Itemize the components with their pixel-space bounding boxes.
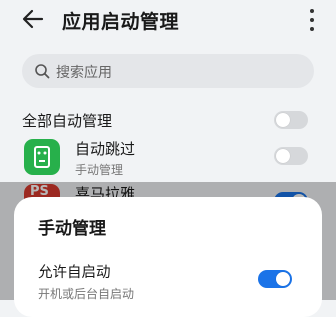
allow-autostart-label: 允许自启动: [38, 265, 111, 281]
more-vertical-icon: [310, 9, 314, 13]
allow-autostart-description: 开机或后台自启动: [38, 287, 135, 301]
search-input[interactable]: 搜索应用: [22, 54, 314, 88]
all-auto-manage-toggle[interactable]: [274, 111, 308, 129]
phone-robot-icon: [34, 146, 50, 168]
back-button[interactable]: [20, 7, 46, 31]
page-title: 应用启动管理: [62, 11, 180, 33]
app-status: 手动管理: [75, 163, 124, 177]
more-options-button[interactable]: [308, 9, 316, 31]
sheet-title: 手动管理: [38, 219, 106, 239]
all-auto-manage-label: 全部自动管理: [22, 112, 113, 130]
search-placeholder: 搜索应用: [56, 65, 112, 81]
arrow-left-icon: [22, 9, 44, 29]
allow-autostart-toggle[interactable]: [258, 270, 292, 288]
manual-manage-sheet: 手动管理 允许自启动 开机或后台自启动: [14, 197, 322, 317]
app-name: 自动跳过: [75, 140, 136, 158]
app-toggle-auto-skip[interactable]: [274, 147, 308, 165]
search-icon: [35, 64, 50, 79]
app-icon-auto-skip: [24, 139, 60, 175]
app-bar: 应用启动管理: [0, 0, 336, 40]
